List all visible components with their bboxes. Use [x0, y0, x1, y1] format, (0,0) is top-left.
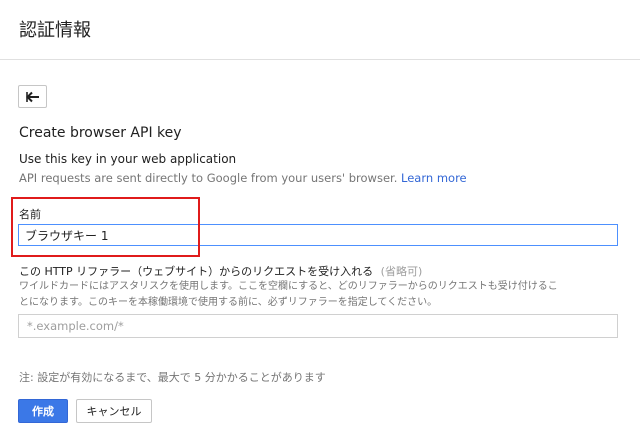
- usage-description: API requests are sent directly to Google…: [19, 171, 467, 185]
- usage-description-text: API requests are sent directly to Google…: [19, 171, 398, 185]
- page-title: 認証情報: [19, 20, 91, 41]
- back-button[interactable]: [18, 85, 47, 108]
- form-title: Create browser API key: [19, 125, 182, 141]
- optional-tag: (省略可): [380, 265, 423, 278]
- name-label: 名前: [19, 208, 41, 221]
- propagation-note: 注: 設定が有効になるまで、最大で 5 分かかることがあります: [19, 371, 326, 384]
- cancel-button[interactable]: キャンセル: [76, 399, 152, 423]
- create-button[interactable]: 作成: [18, 399, 68, 423]
- referrer-label: この HTTP リファラー（ウェブサイト）からのリクエストを受け入れる (省略可…: [19, 263, 422, 279]
- name-input[interactable]: [18, 224, 618, 246]
- referrer-help: ワイルドカードにはアスタリスクを使用します。ここを空欄にすると、どのリファラーか…: [19, 279, 619, 311]
- referrer-label-text: この HTTP リファラー（ウェブサイト）からのリクエストを受け入れる: [19, 265, 374, 278]
- usage-heading: Use this key in your web application: [19, 152, 237, 166]
- page-header: 認証情報: [0, 0, 640, 60]
- referrer-input[interactable]: [18, 314, 618, 338]
- referrer-help-line: ワイルドカードにはアスタリスクを使用します。ここを空欄にすると、どのリファラーか…: [19, 281, 558, 292]
- referrer-help-line: とになります。このキーを本稼働環境で使用する前に、必ずリファラーを指定してくださ…: [19, 297, 438, 308]
- learn-more-link[interactable]: Learn more: [401, 171, 467, 185]
- arrow-left-icon: [25, 91, 40, 103]
